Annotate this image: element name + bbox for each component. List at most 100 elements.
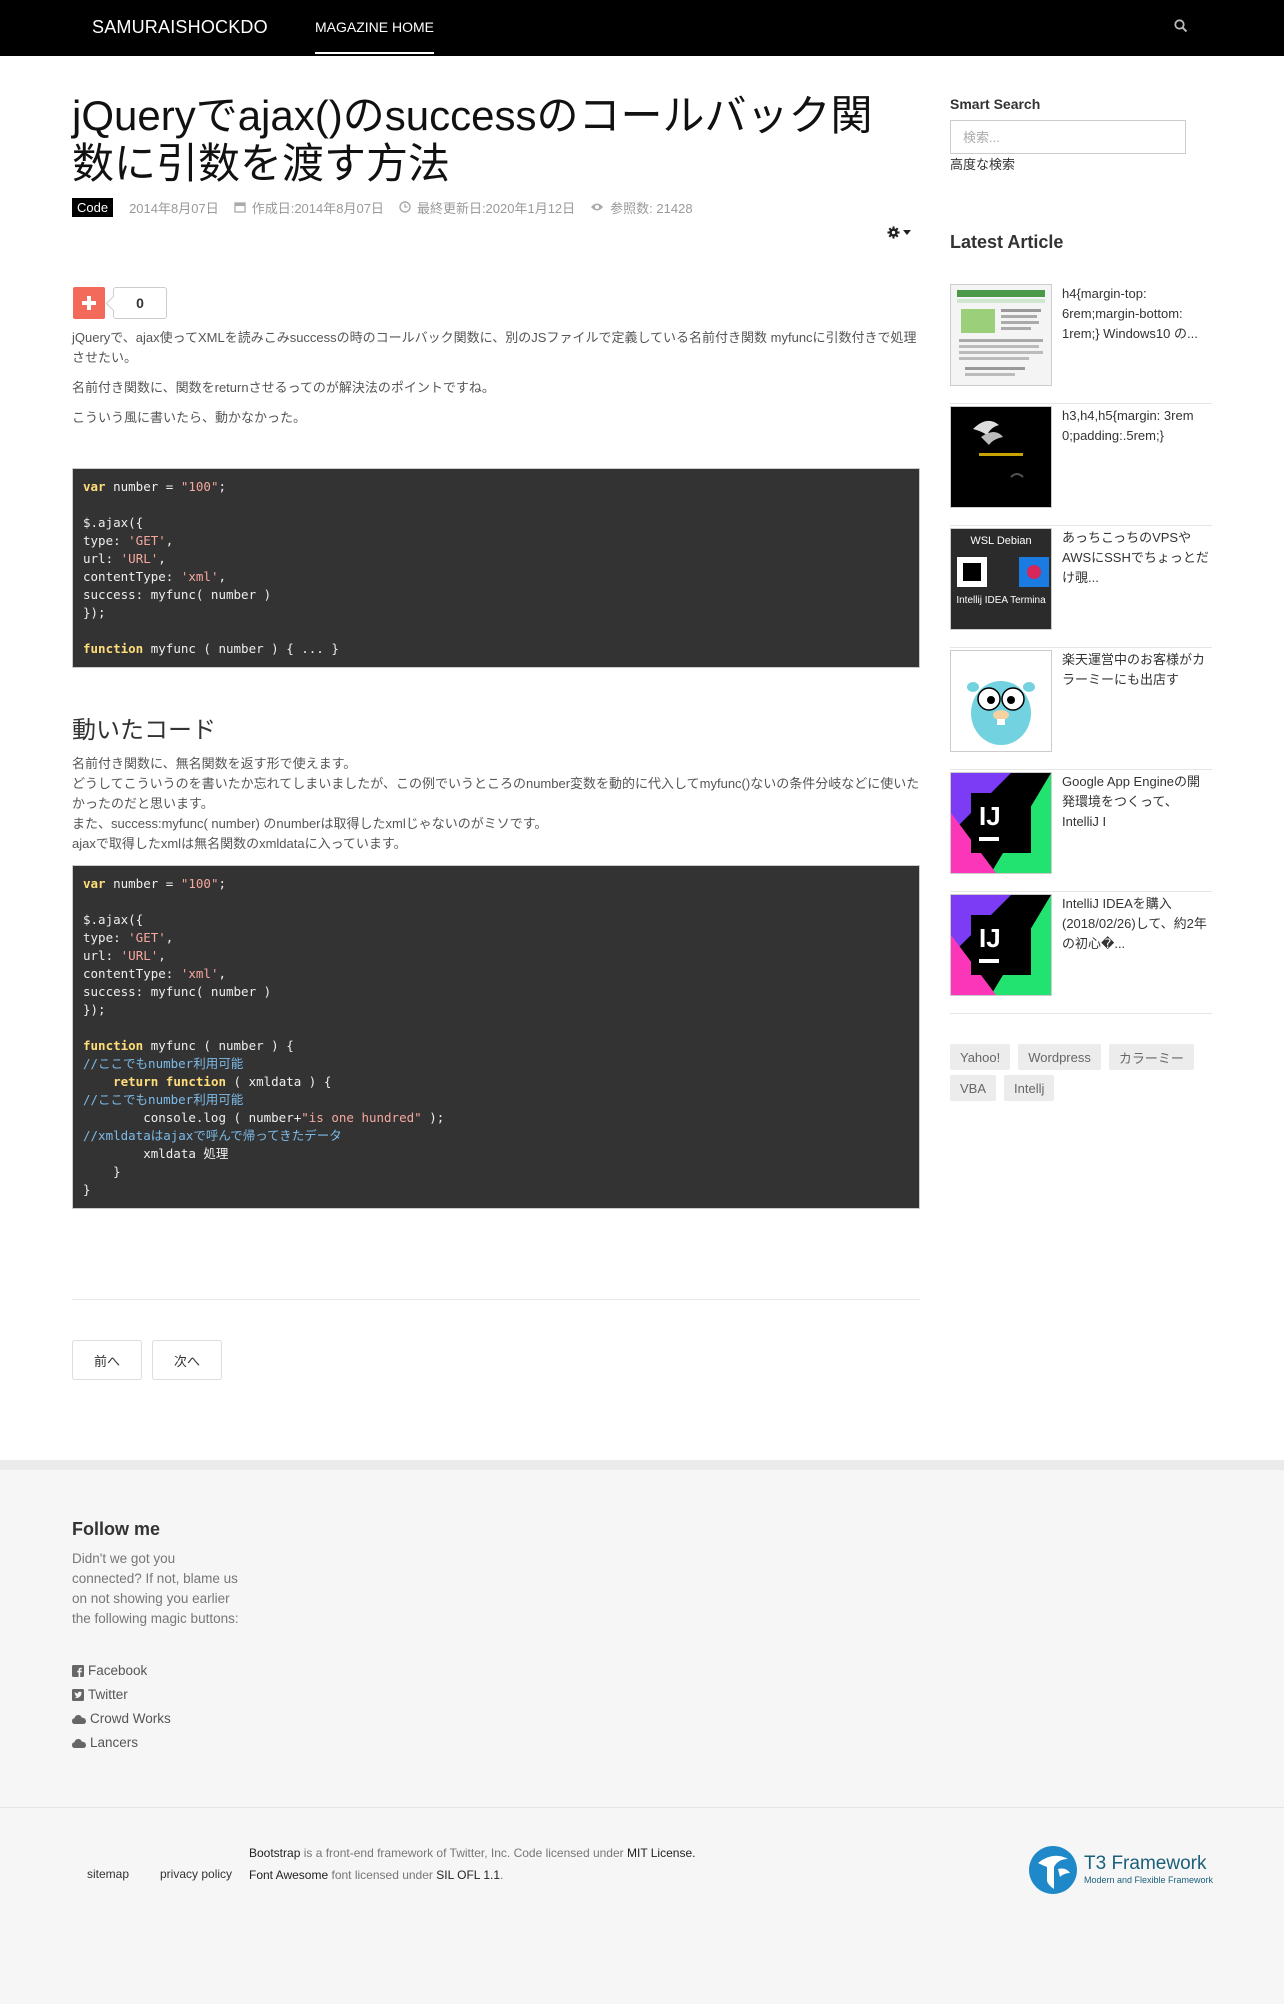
code-line: xmldata 処理 <box>83 1146 229 1161</box>
privacy-policy-link[interactable]: privacy policy <box>160 1867 232 1881</box>
code-line: $.ajax({ <box>83 912 144 927</box>
code-line: success: myfunc( number ) <box>83 984 272 999</box>
paragraph-2: 名前付き関数に、関数をreturnさせるってのが解決法のポイントですね。 <box>72 380 495 395</box>
next-button[interactable]: 次へ <box>152 1340 222 1380</box>
latest-item-text[interactable]: Google App Engineの開発環境をつくって、IntelliJ I <box>1062 772 1212 891</box>
latest-article-list: h4{margin-top: 6rem;margin-bottom: 1rem;… <box>950 282 1212 1014</box>
footer-spotlight <box>0 1460 1284 1807</box>
latest-item-4[interactable]: 楽天運営中のお客様がカラーミーにも出店す <box>950 648 1212 770</box>
code-line: } <box>83 1164 121 1179</box>
code-line: url: 'URL', <box>83 551 166 566</box>
latest-item-text[interactable]: 楽天運営中のお客様がカラーミーにも出店す <box>1062 650 1212 769</box>
article-divider <box>72 1299 920 1300</box>
twitter-icon <box>72 1688 84 1701</box>
fontawesome-credit: Font Awesome font licensed under SIL OFL… <box>249 1868 504 1882</box>
latest-thumb-2[interactable] <box>950 406 1052 508</box>
share-count: 0 <box>113 287 167 319</box>
latest-item-text[interactable]: h3,h4,h5{margin: 3rem 0;padding:.5rem;} <box>1062 406 1212 525</box>
tag-colorme[interactable]: カラーミー <box>1108 1044 1194 1070</box>
code-line: }); <box>83 605 106 620</box>
published-date: 2014年8月07日 <box>129 200 219 216</box>
latest-thumb-4[interactable] <box>950 650 1052 752</box>
share-widget: 0 <box>73 287 167 319</box>
font-awesome-link[interactable]: Font Awesome <box>249 1868 328 1882</box>
advanced-search-link[interactable]: 高度な検索 <box>950 154 1015 173</box>
article-meta: Code 2014年8月07日 作成日:2014年8月07日 最終更新日:202… <box>72 197 708 217</box>
code-line: $.ajax({ <box>83 515 144 530</box>
latest-item-text[interactable]: h4{margin-top: 6rem;margin-bottom: 1rem;… <box>1062 284 1212 403</box>
svg-text:IJ: IJ <box>979 923 1001 953</box>
mit-license-link[interactable]: MIT License. <box>627 1846 695 1860</box>
sil-ofl-link[interactable]: SIL OFL 1.1 <box>436 1868 500 1882</box>
latest-thumb-5[interactable]: IJ <box>950 772 1052 874</box>
follow-me-text: Didn't we got you connected? If not, bla… <box>72 1551 239 1626</box>
latest-item-5[interactable]: IJ Google App Engineの開発環境をつくって、IntelliJ … <box>950 770 1212 892</box>
calendar-icon <box>234 202 246 213</box>
modified-date: 最終更新日:2020年1月12日 <box>399 198 575 217</box>
latest-thumb-3[interactable]: WSL Debian Intellij IDEA Termina <box>950 528 1052 630</box>
code-block-2: var number = "100"; $.ajax({ type: 'GET',… <box>72 865 920 1209</box>
sitemap-link[interactable]: sitemap <box>87 1867 129 1881</box>
code-line: console.log ( number+"is one hundred" ); <box>83 1110 445 1125</box>
twitter-link[interactable]: Twitter <box>72 1687 128 1702</box>
intro-paragraph: jQueryで、ajax使ってXMLを読みこみsuccessの時のコールバック関… <box>72 330 917 365</box>
code-line: //xmldataはajaxで呼んで帰ってきたデータ <box>83 1128 342 1143</box>
prev-button[interactable]: 前へ <box>72 1340 142 1380</box>
article-title: jQueryでajax()のsuccessのコールバック関数に引数を渡す方法 <box>72 92 873 187</box>
latest-item-6[interactable]: IJ IntelliJ IDEAを購入(2018/02/26)して、約2年の初心… <box>950 892 1212 1014</box>
paragraph-4: 名前付き関数に、無名関数を返す形で使えます。 どうしてこういうのを書いたか忘れて… <box>72 756 920 851</box>
smart-search-title: Smart Search <box>950 96 1041 112</box>
tag-yahoo[interactable]: Yahoo! <box>950 1044 1011 1070</box>
facebook-icon <box>72 1664 84 1677</box>
facebook-link[interactable]: Facebook <box>72 1663 147 1678</box>
latest-thumb-6[interactable]: IJ <box>950 894 1052 996</box>
code-line: contentType: 'xml', <box>83 569 227 584</box>
tag-intellj[interactable]: Intellj <box>1004 1075 1055 1101</box>
latest-item-text[interactable]: IntelliJ IDEAを購入(2018/02/26)して、約2年の初心�..… <box>1062 894 1212 1013</box>
code-line: }); <box>83 1002 106 1017</box>
code-block-1: var number = "100"; $.ajax({type: 'GET',… <box>72 468 920 668</box>
top-navbar: SAMURAISHOCKDO MAGAZINE HOME <box>0 0 1284 56</box>
code-line: //ここでもnumber利用可能 <box>83 1092 244 1107</box>
bootstrap-credit: Bootstrap is a front-end framework of Tw… <box>249 1846 696 1860</box>
latest-item-2[interactable]: h3,h4,h5{margin: 3rem 0;padding:.5rem;} <box>950 404 1212 526</box>
follow-me-title: Follow me <box>72 1519 161 1539</box>
bootstrap-link[interactable]: Bootstrap <box>249 1846 300 1860</box>
tag-cloud: Yahoo! Wordpress カラーミー VBA Intellj <box>950 1044 1212 1106</box>
created-date: 作成日:2014年8月07日 <box>234 198 384 217</box>
smart-search-input[interactable] <box>950 120 1186 154</box>
clock-icon <box>399 201 411 213</box>
crowdworks-link[interactable]: Crowd Works <box>72 1711 171 1726</box>
code-line: function myfunc ( number ) { <box>83 1038 294 1053</box>
svg-text:IJ: IJ <box>979 801 1001 831</box>
article-tools-gear-icon[interactable] <box>887 226 911 239</box>
thumb-wsl-caption: Intellij IDEA Termina <box>956 595 1046 606</box>
tag-wordpress[interactable]: Wordpress <box>1018 1044 1101 1070</box>
t3-framework-logo[interactable]: T3 Framework Modern and Flexible Framewo… <box>1028 1845 1213 1895</box>
code-line: type: 'GET', <box>83 930 174 945</box>
cloud-icon <box>72 1714 86 1724</box>
search-icon[interactable] <box>1174 18 1190 34</box>
lancers-link[interactable]: Lancers <box>72 1735 138 1750</box>
eye-icon <box>591 203 604 211</box>
code-line: contentType: 'xml', <box>83 966 227 981</box>
site-brand-link[interactable]: SAMURAISHOCKDO <box>92 17 268 38</box>
cloud-icon <box>72 1738 86 1748</box>
hits-count: 参照数: 21428 <box>590 198 693 217</box>
latest-thumb-1[interactable] <box>950 284 1052 386</box>
latest-item-1[interactable]: h4{margin-top: 6rem;margin-bottom: 1rem;… <box>950 282 1212 404</box>
tag-vba[interactable]: VBA <box>950 1075 997 1101</box>
code-line: return function ( xmldata ) { <box>113 1074 332 1089</box>
thumb-wsl-title: WSL Debian <box>970 535 1032 547</box>
code-line: //ここでもnumber利用可能 <box>83 1056 244 1071</box>
latest-item-text[interactable]: あっちこっちのVPSやAWSにSSHでちょっとだけ覗... <box>1062 528 1212 647</box>
add-share-button[interactable] <box>73 287 105 319</box>
nav-magazine-home[interactable]: MAGAZINE HOME <box>315 0 435 56</box>
code-line: } <box>83 1182 91 1197</box>
category-badge[interactable]: Code <box>72 197 114 217</box>
code-line: var number = "100"; <box>83 876 227 891</box>
latest-item-3[interactable]: WSL Debian Intellij IDEA Termina あっちこっちの… <box>950 526 1212 648</box>
